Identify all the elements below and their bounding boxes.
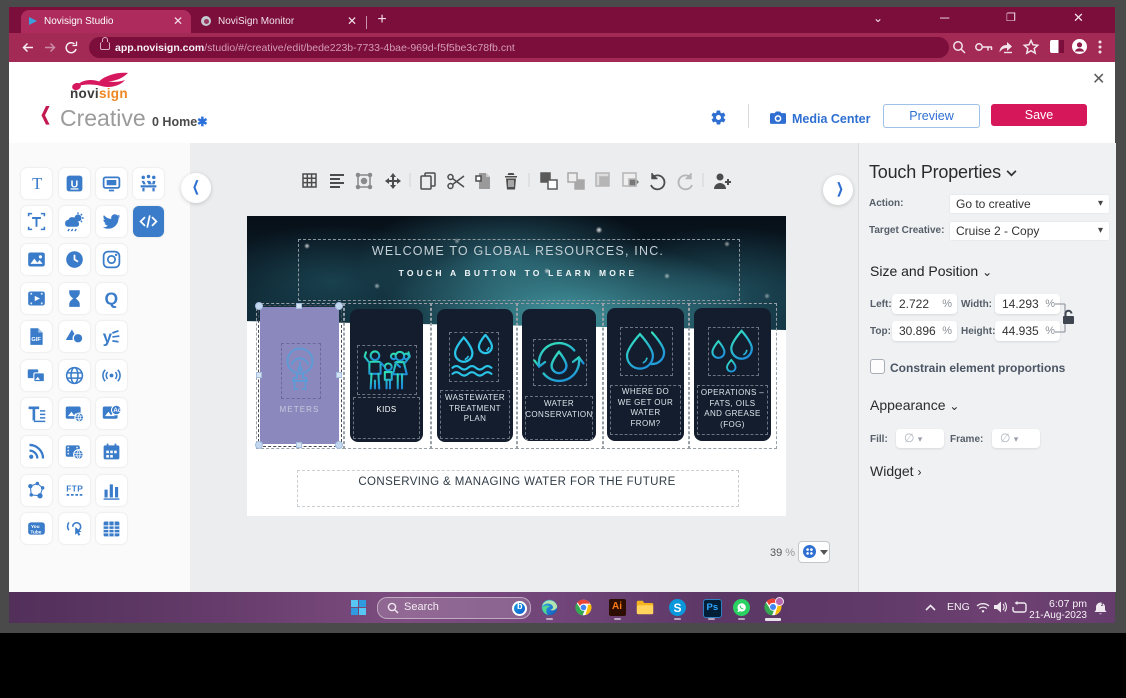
svg-text:GIF: GIF (31, 337, 41, 343)
svg-text:y: y (103, 328, 113, 347)
svg-text:Tube: Tube (30, 529, 41, 535)
svg-text:FTP: FTP (66, 483, 83, 493)
svg-text:T: T (32, 174, 42, 193)
svg-text:You: You (31, 524, 40, 530)
svg-text:Ad: Ad (113, 407, 121, 414)
svg-text:novisign: novisign (70, 86, 128, 101)
svg-text:Q: Q (105, 289, 119, 309)
